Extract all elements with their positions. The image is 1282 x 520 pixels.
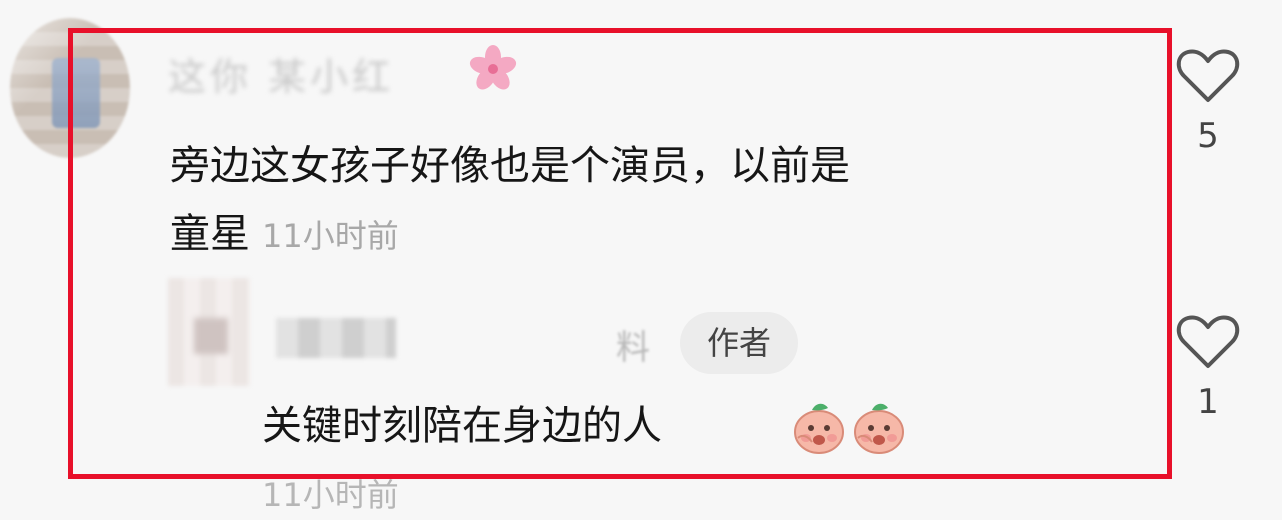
heart-outline-icon	[1176, 49, 1240, 102]
reply-like-button[interactable]: 1	[1168, 312, 1248, 422]
comment-timestamp: 11小时前	[262, 217, 399, 255]
commenter-avatar[interactable]	[10, 18, 130, 158]
reply-timestamp: 11小时前	[262, 476, 399, 514]
comment-like-button[interactable]: 5	[1168, 46, 1248, 156]
comment-text-line1: 旁边这女孩子好像也是个演员，以前是	[170, 143, 850, 189]
reply-body[interactable]: 关键时刻陪在身边的人	[262, 396, 662, 456]
reply-like-count: 1	[1197, 382, 1219, 422]
comment-text-line2: 童星	[170, 211, 250, 257]
comment-body[interactable]: 旁边这女孩子好像也是个演员，以前是 童星 11小时前	[170, 132, 1070, 270]
comment-like-count: 5	[1197, 116, 1219, 156]
reply-username-tail: 料	[616, 328, 650, 368]
commenter-username[interactable]: 这你 某小红	[168, 46, 394, 99]
heart-outline-icon	[1176, 315, 1240, 368]
peach-emoji-icon	[854, 403, 904, 454]
reply-username-blurred[interactable]	[276, 318, 396, 358]
author-badge: 作者	[680, 312, 798, 374]
reply-avatar[interactable]	[168, 278, 250, 386]
cherry-blossom-icon	[469, 45, 517, 90]
peach-emoji-icon	[794, 403, 844, 454]
